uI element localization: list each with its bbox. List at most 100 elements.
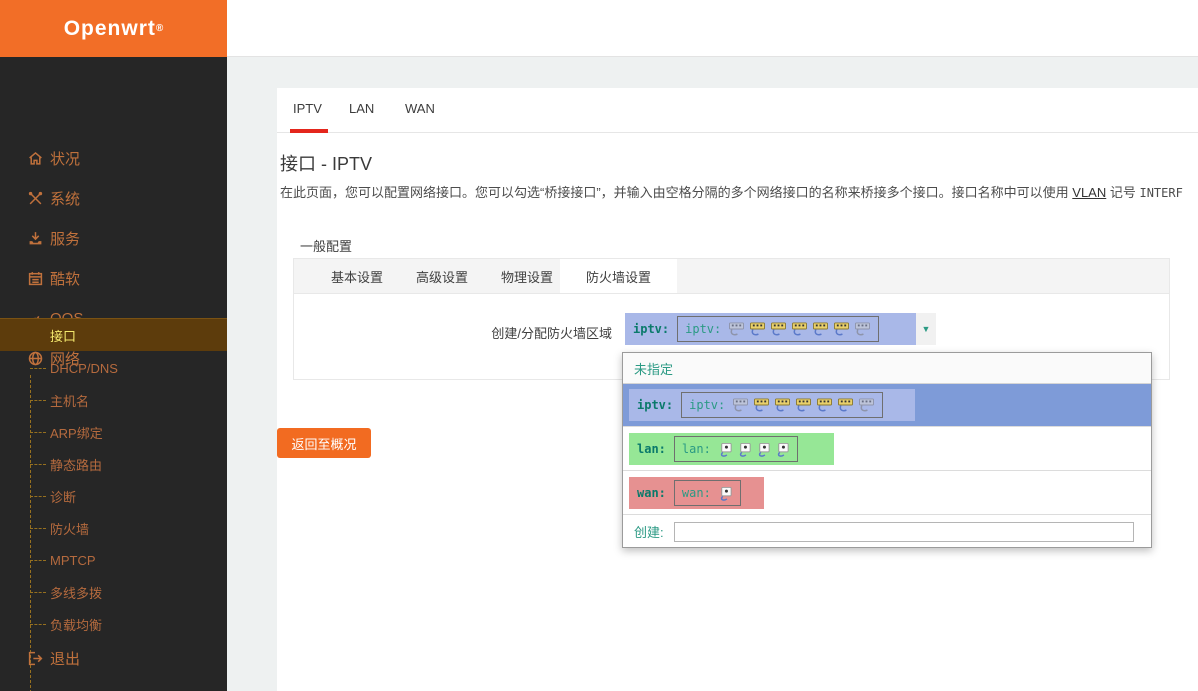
firewall-zone-field-label: 创建/分配防火墙区域 (427, 323, 612, 342)
zone-name-label: iptv: (637, 398, 673, 412)
sidebar-item-multiwan[interactable]: 多线多拨 (0, 577, 227, 607)
sidebar-item-label: 状况 (50, 148, 80, 169)
ethernet-switch-icon (812, 322, 829, 336)
tools-icon (28, 190, 44, 206)
tab-lan[interactable]: LAN (349, 101, 374, 116)
ethernet-switch-icon (791, 322, 808, 336)
sidebar-item-dhcp-dns[interactable]: DHCP/DNS (0, 353, 227, 383)
subtab-firewall[interactable]: 防火墙设置 (560, 259, 677, 294)
tree-branch (30, 464, 46, 465)
vlan-link[interactable]: VLAN (1072, 185, 1106, 200)
ethernet-port-icon (775, 442, 790, 457)
ethernet-switch-icon (753, 398, 770, 412)
tree-branch (30, 592, 46, 593)
zone-chip-wan: wan: wan: (629, 477, 764, 509)
ethernet-switch-icon (770, 322, 787, 336)
description-code: INTERF (1139, 186, 1182, 200)
section-title: 一般配置 (300, 236, 352, 255)
interface-tabbar: IPTV LAN WAN (277, 88, 1198, 133)
sidebar-item-system[interactable]: 系统 (0, 183, 227, 213)
tree-branch (30, 432, 46, 433)
sidebar-subitem-label: DHCP/DNS (50, 361, 118, 376)
option-zone-lan[interactable]: lan: lan: (623, 428, 1151, 471)
ethernet-port-icon (718, 486, 733, 501)
sidebar-item-mptcp[interactable]: MPTCP (0, 545, 227, 575)
sidebar: 状况 系统 服务 酷软 QOS 网络 接口 DHCP/DNS (0, 57, 227, 691)
sidebar-item-static-routes[interactable]: 静态路由 (0, 449, 227, 479)
description-text: 记号 (1106, 185, 1139, 200)
ethernet-switch-icon (749, 322, 766, 336)
back-to-overview-button[interactable]: 返回至概况 (277, 428, 371, 458)
zone-chip-iptv: iptv: iptv: (629, 389, 915, 421)
option-create-zone: 创建: (623, 515, 1151, 548)
select-dropdown-arrow[interactable]: ▼ (916, 313, 936, 345)
calendar-icon (28, 270, 44, 286)
sidebar-item-label: 系统 (50, 188, 80, 209)
sidebar-item-diagnostics[interactable]: 诊断 (0, 481, 227, 511)
sidebar-item-logout[interactable]: 退出 (0, 643, 227, 673)
ethernet-switch-icon (854, 322, 871, 336)
zone-inner-label: wan: (682, 486, 711, 500)
firewall-zone-select[interactable]: iptv: iptv: ▼ (625, 313, 936, 345)
create-zone-input[interactable] (674, 522, 1134, 542)
zone-interfaces-box: iptv: (677, 316, 879, 342)
ethernet-switch-icon (774, 398, 791, 412)
ethernet-switch-icon (837, 398, 854, 412)
home-icon (28, 150, 44, 166)
sidebar-subitem-label: ARP绑定 (50, 423, 103, 442)
option-unspecified[interactable]: 未指定 (623, 353, 1151, 384)
brand-name: Openwrt (64, 17, 156, 41)
sidebar-item-label: 退出 (50, 648, 80, 669)
sidebar-item-interfaces[interactable]: 接口 (0, 318, 227, 351)
main-content: IPTV LAN WAN 接口 - IPTV 在此页面，您可以配置网络接口。您可… (277, 88, 1198, 691)
option-zone-wan[interactable]: wan: wan: (623, 472, 1151, 515)
page-description: 在此页面，您可以配置网络接口。您可以勾选“桥接接口”，并输入由空格分隔的多个网络… (280, 182, 1198, 201)
ethernet-port-icon (718, 442, 733, 457)
sidebar-item-hostname[interactable]: 主机名 (0, 385, 227, 415)
ethernet-switch-icon (833, 322, 850, 336)
ethernet-switch-icon (816, 398, 833, 412)
openwrt-luci-page: Openwrt® 状况 系统 服务 酷软 QOS 网络 接口 (0, 0, 1198, 691)
brand-logo[interactable]: Openwrt® (0, 0, 227, 57)
sidebar-subitem-label: 防火墙 (50, 519, 89, 538)
tree-branch (30, 624, 46, 625)
zone-name-label: iptv: (633, 322, 669, 336)
sidebar-subitem-label: 多线多拨 (50, 583, 102, 602)
ethernet-switch-icon (858, 398, 875, 412)
tree-branch (30, 368, 46, 369)
sidebar-subitem-label: 静态路由 (50, 455, 102, 474)
sidebar-item-load-balancing[interactable]: 负载均衡 (0, 609, 227, 639)
sidebar-subitem-label: 诊断 (50, 487, 76, 506)
zone-interfaces-box: wan: (674, 480, 741, 506)
tree-branch (30, 400, 46, 401)
tab-wan[interactable]: WAN (405, 101, 435, 116)
logout-icon (28, 650, 44, 666)
zone-name-label: wan: (637, 486, 666, 500)
sidebar-item-label: 服务 (50, 228, 80, 249)
tree-branch (30, 496, 46, 497)
sidebar-subitem-label: 接口 (50, 326, 76, 345)
tree-branch (30, 528, 46, 529)
sidebar-subitem-label: 主机名 (50, 391, 89, 410)
create-zone-label: 创建: (634, 522, 664, 541)
registered-mark: ® (156, 23, 163, 34)
sidebar-item-arp-binding[interactable]: ARP绑定 (0, 417, 227, 447)
sidebar-item-firewall[interactable]: 防火墙 (0, 513, 227, 543)
sidebar-item-status[interactable]: 状况 (0, 143, 227, 173)
download-icon (28, 230, 44, 246)
sidebar-subitem-label: 负载均衡 (50, 615, 102, 634)
ethernet-port-icon (737, 442, 752, 457)
sidebar-item-services[interactable]: 服务 (0, 223, 227, 253)
zone-dropdown-panel: 未指定 iptv: iptv: (622, 352, 1152, 548)
selected-zone-value[interactable]: iptv: iptv: (625, 313, 916, 345)
zone-interfaces-box: lan: (674, 436, 798, 462)
zone-name-label: lan: (637, 442, 666, 456)
ethernet-switch-icon (795, 398, 812, 412)
tab-iptv[interactable]: IPTV (293, 101, 322, 116)
zone-inner-label: iptv: (685, 322, 721, 336)
zone-chip-lan: lan: lan: (629, 433, 834, 465)
ethernet-switch-icon (732, 398, 749, 412)
option-zone-iptv[interactable]: iptv: iptv: (623, 384, 1151, 427)
sidebar-item-kusoft[interactable]: 酷软 (0, 263, 227, 293)
settings-subtabs: 基本设置 高级设置 物理设置 防火墙设置 (293, 258, 1170, 293)
